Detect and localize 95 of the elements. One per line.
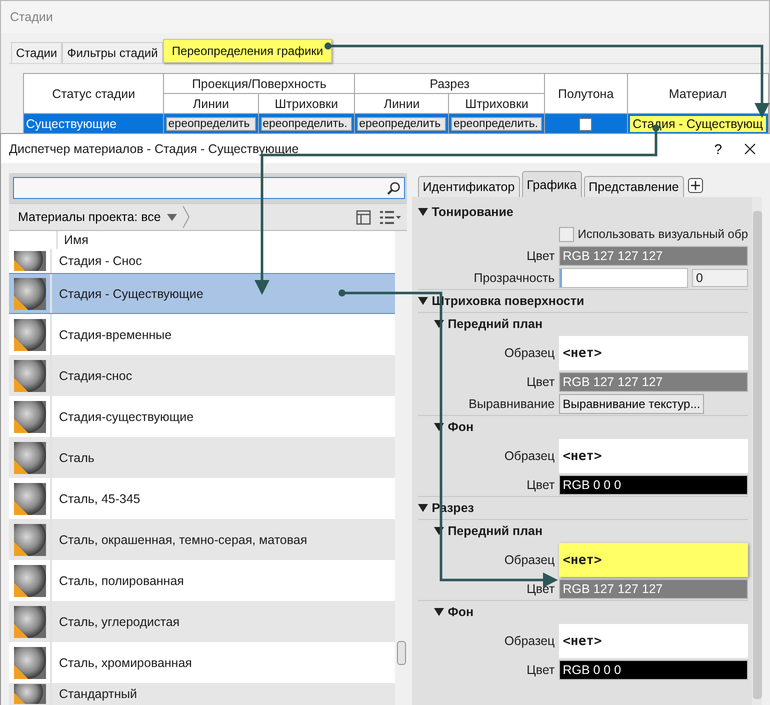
pattern-field[interactable]: <нет> <box>558 336 748 370</box>
color-field[interactable]: RGB 127 127 127 <box>558 579 748 599</box>
property-label: Цвет <box>526 249 555 263</box>
pattern-field[interactable]: <нет> <box>558 439 748 473</box>
material-thumbnail <box>14 360 46 392</box>
column-header: Штриховки <box>448 94 545 114</box>
halftone-checkbox[interactable] <box>579 118 592 132</box>
color-field[interactable]: RGB 127 127 127 <box>558 372 748 392</box>
material-item[interactable]: Стандартный <box>9 683 395 705</box>
expand-triangle-icon[interactable] <box>434 527 444 535</box>
texture-alignment-button[interactable]: Выравнивание текстур... <box>558 394 704 414</box>
material-thumbnail <box>14 646 46 678</box>
material-thumbnail <box>14 564 46 596</box>
override-button[interactable]: ереопределить <box>357 117 446 131</box>
property-label: Образец <box>503 346 555 360</box>
scrollbar[interactable] <box>752 197 762 705</box>
color-field[interactable]: RGB 0 0 0 <box>558 475 748 495</box>
search-icon <box>386 181 401 195</box>
property-label: Цвет <box>526 663 555 677</box>
material-item[interactable]: Сталь, окрашенная, темно-серая, матовая <box>9 519 395 560</box>
color-field[interactable]: RGB 0 0 0 <box>558 660 748 680</box>
material-thumbnail <box>14 278 46 310</box>
override-button[interactable]: ереопределить. <box>260 117 352 131</box>
caret-icon <box>166 214 177 220</box>
expand-triangle-icon[interactable] <box>434 320 444 328</box>
checkbox-label: Использовать визуальный обр <box>578 227 748 241</box>
material-item[interactable]: Стадия-существующие <box>9 396 395 437</box>
expand-triangle-icon[interactable] <box>418 297 428 305</box>
material-thumbnail <box>14 482 46 514</box>
expand-triangle-icon[interactable] <box>418 504 428 512</box>
property-label: Цвет <box>526 375 555 389</box>
material-item[interactable]: Сталь <box>9 437 395 478</box>
panel-layout-icon[interactable] <box>356 210 371 224</box>
tab[interactable]: Фильтры стадий <box>62 42 163 63</box>
tab[interactable]: Представление <box>584 176 684 197</box>
property-label: Образец <box>503 553 555 567</box>
material-item[interactable]: Стадия - Существующие <box>9 273 395 314</box>
list-view-icon[interactable] <box>378 210 401 224</box>
close-icon <box>744 142 756 154</box>
material-thumbnail <box>14 400 46 432</box>
help-button[interactable]: ? <box>700 140 736 156</box>
tab[interactable]: Идентификатор <box>418 176 520 197</box>
color-field[interactable]: RGB 127 127 127 <box>558 246 748 266</box>
material-item[interactable]: Сталь, углеродистая <box>9 601 395 642</box>
tab[interactable]: Графика <box>522 171 582 197</box>
column-header: Линии <box>164 94 258 114</box>
section-heading: Фон <box>448 605 474 619</box>
override-button[interactable]: ереопределить. <box>451 117 542 131</box>
tab[interactable]: Стадии <box>11 42 62 63</box>
checkbox[interactable] <box>558 226 574 242</box>
column-header: Разрез <box>354 74 545 94</box>
property-label: Образец <box>503 449 555 463</box>
table-cell: Существующие <box>24 114 164 133</box>
column-header: Линии <box>354 94 449 114</box>
material-thumbnail <box>14 442 46 474</box>
pattern-field[interactable]: <нет> <box>558 543 748 577</box>
property-label: Выравнивание <box>468 397 555 411</box>
scrollbar[interactable] <box>394 231 407 705</box>
column-header: Статус стадии <box>24 74 164 114</box>
material-thumbnail <box>14 524 46 556</box>
override-button[interactable]: ереопределить <box>166 117 256 131</box>
transparency-slider[interactable] <box>560 269 562 287</box>
section-heading: Тонирование <box>432 205 514 219</box>
column-header: Материал <box>627 74 768 114</box>
column-header: Штриховки <box>258 94 355 114</box>
add-tab-button[interactable] <box>688 178 703 193</box>
column-header: Имя <box>63 232 88 249</box>
property-label: Прозрачность <box>472 271 555 285</box>
column-header: Полутона <box>544 74 628 114</box>
property-label: Цвет <box>526 478 555 492</box>
section-heading: Передний план <box>448 317 543 331</box>
section-heading: Фон <box>448 420 474 434</box>
material-item[interactable]: Стадия-временные <box>9 314 395 355</box>
material-thumbnail <box>14 318 46 350</box>
dialog-title: Диспетчер материалов - Стадия - Существующие <box>9 142 300 156</box>
material-item[interactable]: Сталь, 45-345 <box>9 478 395 519</box>
expand-triangle-icon[interactable] <box>434 608 444 616</box>
section-heading: Передний план <box>448 524 543 538</box>
material-item[interactable]: Сталь, полированная <box>9 560 395 601</box>
material-item[interactable]: Сталь, хромированная <box>9 642 395 683</box>
transparency-value-field[interactable]: 0 <box>692 269 748 287</box>
material-thumbnail <box>14 251 46 271</box>
material-thumbnail <box>14 684 46 704</box>
material-thumbnail <box>14 606 46 638</box>
search-field[interactable] <box>13 177 405 199</box>
window-title: Стадии <box>10 10 53 24</box>
expand-triangle-icon[interactable] <box>434 423 444 431</box>
expand-triangle-icon[interactable] <box>418 208 428 216</box>
chevron-icon <box>182 206 190 228</box>
property-label: Образец <box>503 634 555 648</box>
column-header: Проекция/Поверхность <box>164 74 355 94</box>
tab[interactable]: Переопределения графики <box>162 39 332 63</box>
pattern-field[interactable]: <нет> <box>558 624 748 658</box>
property-label: Цвет <box>526 582 555 596</box>
material-item[interactable]: Стадия-снос <box>9 355 395 396</box>
